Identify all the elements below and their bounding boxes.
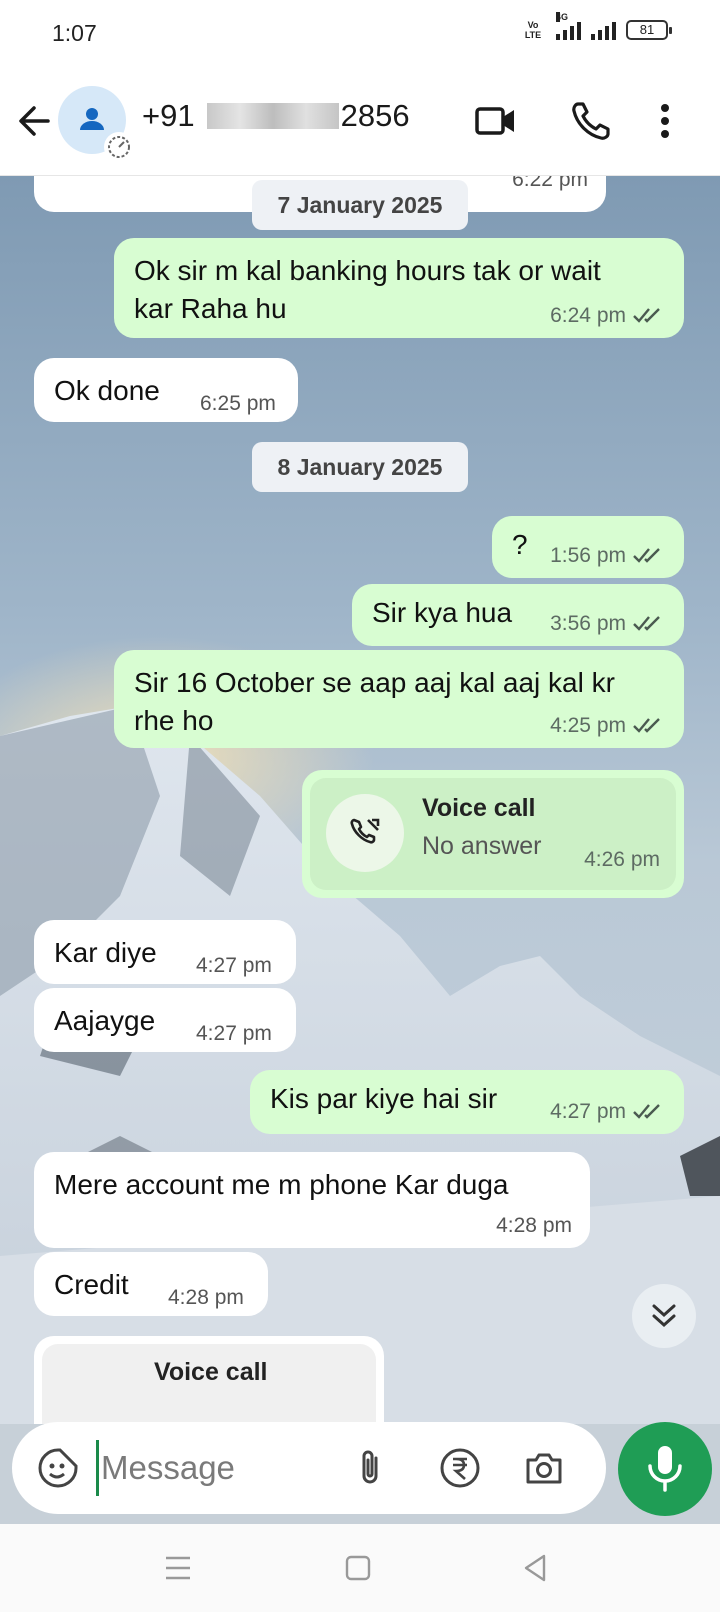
- read-receipt-icon: [633, 548, 660, 563]
- date-separator: 7 January 2025: [252, 180, 468, 230]
- phone-prefix: +91: [142, 98, 195, 133]
- camera-icon[interactable]: [520, 1444, 568, 1492]
- message-composer: [12, 1422, 606, 1514]
- volte-indicator: Vo LTE: [524, 20, 542, 40]
- disappearing-timer-icon: [104, 132, 134, 162]
- message-text: Sir kya hua: [372, 597, 513, 628]
- phone-call-icon[interactable]: [566, 96, 616, 146]
- recent-apps-icon[interactable]: [158, 1548, 198, 1588]
- message-bubble-outgoing[interactable]: Kis par kiye hai sir 4:27 pm: [250, 1070, 684, 1134]
- message-text: ?: [512, 529, 528, 560]
- message-time: 4:27 pm: [550, 1100, 666, 1124]
- payment-rupee-icon[interactable]: [436, 1444, 484, 1492]
- video-call-icon[interactable]: [470, 96, 520, 146]
- message-time: 4:28 pm: [496, 1214, 572, 1237]
- back-arrow-icon[interactable]: [12, 98, 58, 144]
- chat-header: +91 2856: [0, 68, 720, 176]
- chat-messages-area[interactable]: 6:22 pm 7 January 2025 Ok sir m kal bank…: [0, 176, 720, 1424]
- message-time: 4:28 pm: [168, 1286, 244, 1309]
- message-text: Credit: [54, 1269, 129, 1300]
- message-text: Kar diye: [54, 937, 157, 968]
- message-text: Kis par kiye hai sir: [270, 1083, 498, 1114]
- status-time: 1:07: [52, 20, 97, 46]
- message-bubble-incoming[interactable]: Credit 4:28 pm: [34, 1252, 268, 1316]
- sticker-icon[interactable]: [34, 1444, 82, 1492]
- message-text: Ok done: [54, 375, 160, 406]
- message-bubble-incoming[interactable]: Aajayge 4:27 pm: [34, 988, 296, 1052]
- read-receipt-icon: [633, 1104, 660, 1119]
- attachment-icon[interactable]: [346, 1444, 394, 1492]
- status-bar: 1:07 Vo LTE 4G 81: [0, 0, 720, 68]
- missed-call-icon: [326, 794, 404, 872]
- voice-call-card[interactable]: Voice call No answer 4:26 pm: [302, 770, 684, 898]
- message-bubble-outgoing[interactable]: Sir kya hua 3:56 pm: [352, 584, 684, 646]
- message-bubble-incoming[interactable]: Mere account me m phone Kar duga 4:28 pm: [34, 1152, 590, 1248]
- call-status: No answer: [422, 832, 542, 860]
- message-time: 6:22 pm: [512, 176, 588, 191]
- message-time: 1:56 pm: [550, 544, 666, 568]
- signal-icon: [591, 20, 616, 40]
- message-time: 6:25 pm: [200, 392, 276, 415]
- more-options-icon[interactable]: [650, 96, 680, 146]
- status-icons: Vo LTE 4G 81: [520, 12, 672, 40]
- message-time: 4:25 pm: [550, 714, 666, 738]
- voice-call-card-partial[interactable]: Voice call: [34, 1336, 384, 1424]
- date-separator: 8 January 2025: [252, 442, 468, 492]
- message-bubble-incoming[interactable]: Ok done 6:25 pm: [34, 358, 298, 422]
- call-title: Voice call: [422, 794, 536, 822]
- message-bubble-incoming[interactable]: Kar diye 4:27 pm: [34, 920, 296, 984]
- read-receipt-icon: [633, 616, 660, 631]
- message-text: Aajayge: [54, 1005, 156, 1036]
- home-icon[interactable]: [338, 1548, 378, 1588]
- network-type: 4G: [556, 12, 569, 22]
- phone-suffix: 2856: [340, 98, 410, 133]
- system-navigation-bar: [0, 1524, 720, 1612]
- message-time: 4:27 pm: [196, 1022, 272, 1045]
- chevron-double-down-icon: [652, 1304, 676, 1328]
- signal-4g-icon: 4G: [556, 12, 581, 40]
- message-time: 4:27 pm: [196, 954, 272, 977]
- message-text: Mere account me m phone Kar duga: [54, 1169, 509, 1200]
- back-nav-icon[interactable]: [516, 1548, 556, 1588]
- read-receipt-icon: [633, 718, 660, 733]
- read-receipt-icon: [633, 308, 660, 323]
- message-time: 6:24 pm: [550, 304, 666, 328]
- scroll-to-bottom-button[interactable]: [632, 1284, 696, 1348]
- voice-record-button[interactable]: [618, 1422, 712, 1516]
- message-input[interactable]: [96, 1440, 356, 1496]
- redacted-digits: [206, 103, 339, 129]
- message-bubble-outgoing[interactable]: Sir 16 October se aap aaj kal aaj kal kr…: [114, 650, 684, 748]
- call-title: Voice call: [154, 1358, 268, 1386]
- message-time: 3:56 pm: [550, 612, 666, 636]
- microphone-icon: [648, 1446, 682, 1492]
- battery-indicator: 81: [626, 20, 672, 40]
- contact-phone-number[interactable]: +91 2856: [142, 98, 410, 134]
- message-bubble-outgoing[interactable]: Ok sir m kal banking hours tak or wait k…: [114, 238, 684, 338]
- message-time: 4:26 pm: [584, 848, 660, 871]
- message-bubble-outgoing[interactable]: ? 1:56 pm: [492, 516, 684, 578]
